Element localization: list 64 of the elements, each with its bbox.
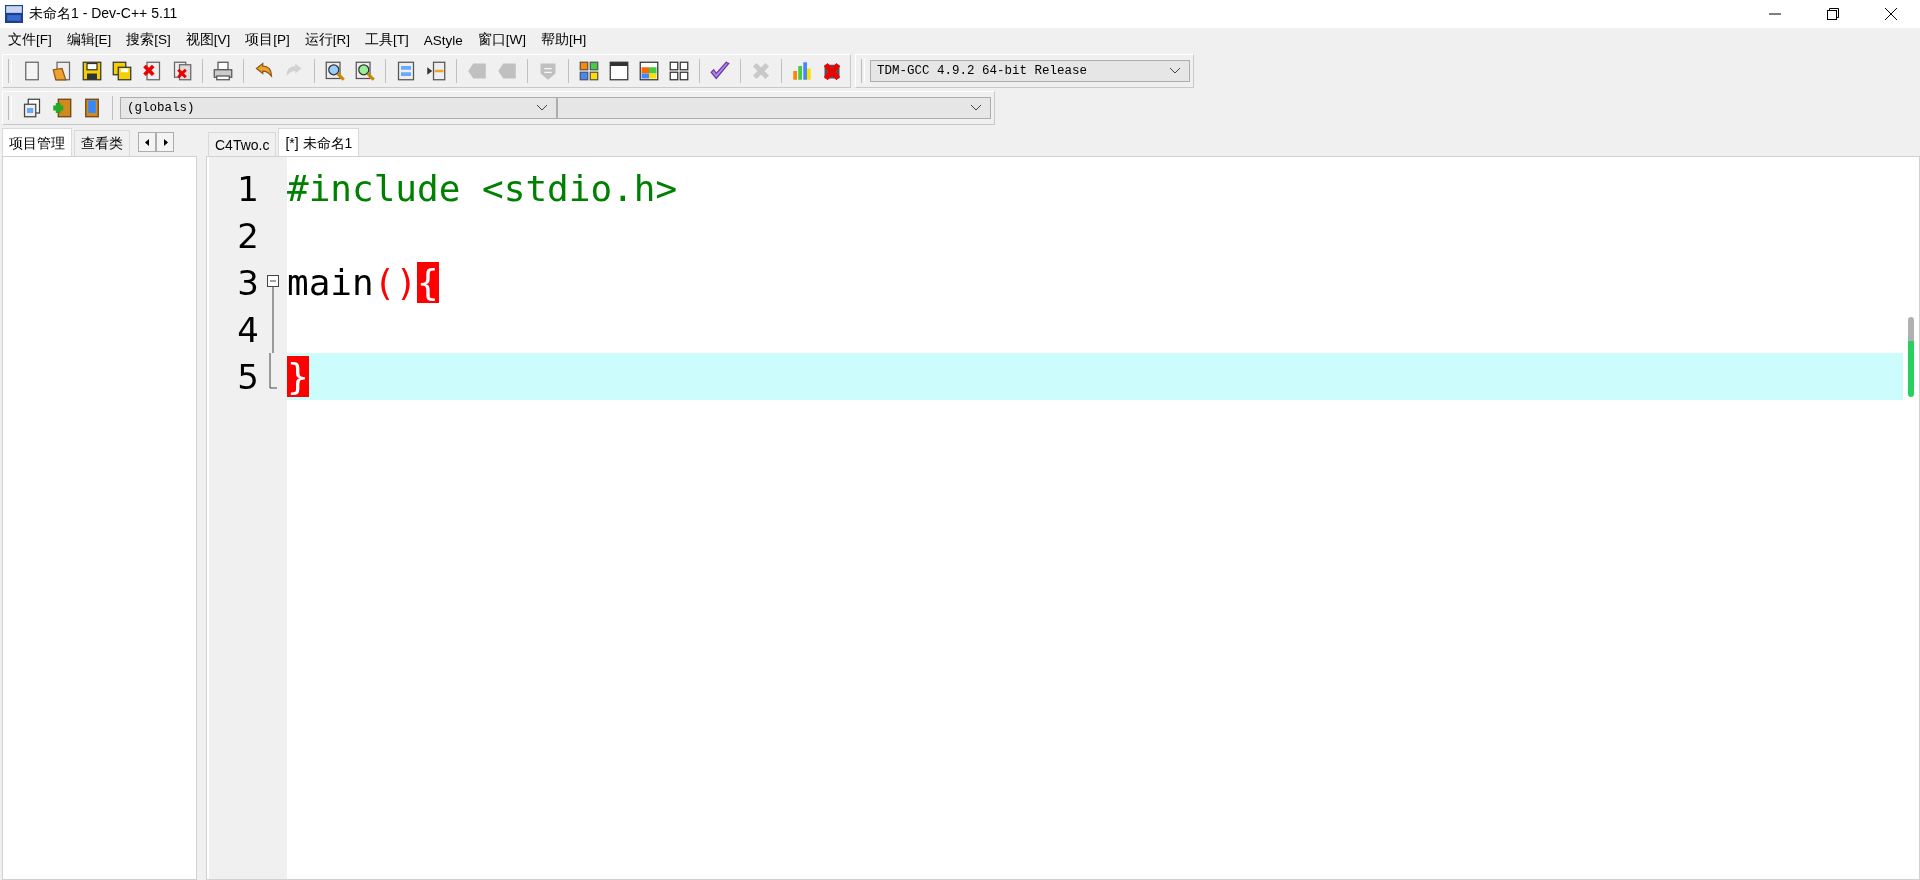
scrollbar-thumb[interactable] xyxy=(1908,317,1914,397)
menu-item[interactable]: 项目[P] xyxy=(239,31,299,49)
triangle-left-icon xyxy=(144,138,150,146)
menu-item[interactable]: 视图[V] xyxy=(179,31,240,49)
magnifier-page-icon xyxy=(355,61,375,81)
grid-icon xyxy=(669,61,689,81)
code-text: main xyxy=(287,262,374,303)
menu-item[interactable]: 运行[R] xyxy=(298,31,360,49)
code-text: { xyxy=(417,262,439,303)
scope-dropdown[interactable]: (globals) xyxy=(120,97,557,119)
floppy-disks-icon xyxy=(112,61,132,81)
scroll-left-button[interactable] xyxy=(138,132,156,152)
pages-cross-icon xyxy=(172,61,192,81)
chevron-down-icon xyxy=(970,104,982,112)
file-tab[interactable]: [*] 未命名1 xyxy=(278,128,360,156)
triangle-right-icon xyxy=(162,138,168,146)
menu-item[interactable]: 搜索[S] xyxy=(120,31,180,49)
list-window-icon xyxy=(396,61,416,81)
restore-icon xyxy=(1826,7,1840,21)
line-number: 5 xyxy=(236,356,259,397)
check-mark-icon xyxy=(710,61,730,81)
menu-item[interactable]: 文件[F] xyxy=(2,31,61,49)
chevron-down-icon xyxy=(536,104,548,112)
menu-item[interactable]: AStyle xyxy=(417,32,472,48)
line-number: 3 xyxy=(236,262,259,303)
close-icon xyxy=(1884,7,1898,21)
compiler-dropdown[interactable]: TDM-GCC 4.9.2 64-bit Release xyxy=(870,60,1190,82)
line-number: 1 xyxy=(236,168,259,209)
file-tab[interactable]: C4Two.c xyxy=(208,132,277,156)
fold-end-line xyxy=(269,353,277,389)
bookmark-icon xyxy=(497,61,517,81)
window-icon xyxy=(609,61,629,81)
colored-grid-icon xyxy=(579,61,599,81)
indent-icon xyxy=(426,61,446,81)
pages-icon xyxy=(22,98,42,118)
app-logo-icon xyxy=(5,5,23,23)
menu-item[interactable]: 工具[T] xyxy=(359,31,418,49)
menu-item[interactable]: 编辑[E] xyxy=(60,31,121,49)
page-icon xyxy=(22,61,42,81)
colored-window-icon xyxy=(639,61,659,81)
code-text: () xyxy=(373,262,418,303)
chevron-down-icon xyxy=(1169,67,1181,75)
shield-icon xyxy=(538,61,558,81)
chip-cross-icon xyxy=(822,61,842,81)
code-text: #include <stdio.h> xyxy=(287,168,678,209)
cross-icon xyxy=(751,61,771,81)
panel-tab[interactable]: 项目管理 xyxy=(2,128,72,156)
page-cross-icon xyxy=(142,61,162,81)
book-icon xyxy=(82,98,102,118)
line-number: 4 xyxy=(236,309,259,350)
bar-chart-icon xyxy=(792,61,812,81)
panel-tab[interactable]: 查看类 xyxy=(74,130,130,156)
menu-item[interactable]: 帮助[H] xyxy=(535,31,596,49)
fold-line xyxy=(272,306,274,353)
magnifier-page-icon xyxy=(325,61,345,81)
window-title: 未命名1 - Dev-C++ 5.11 xyxy=(29,5,178,23)
code-text: } xyxy=(287,356,309,397)
printer-icon xyxy=(213,61,233,81)
folder-page-icon xyxy=(52,61,72,81)
bookmark-icon xyxy=(467,61,487,81)
plus-box-icon xyxy=(52,98,72,118)
scroll-right-button[interactable] xyxy=(156,132,174,152)
menu-item[interactable]: 窗口[W] xyxy=(471,31,536,49)
line-number: 2 xyxy=(236,215,259,256)
